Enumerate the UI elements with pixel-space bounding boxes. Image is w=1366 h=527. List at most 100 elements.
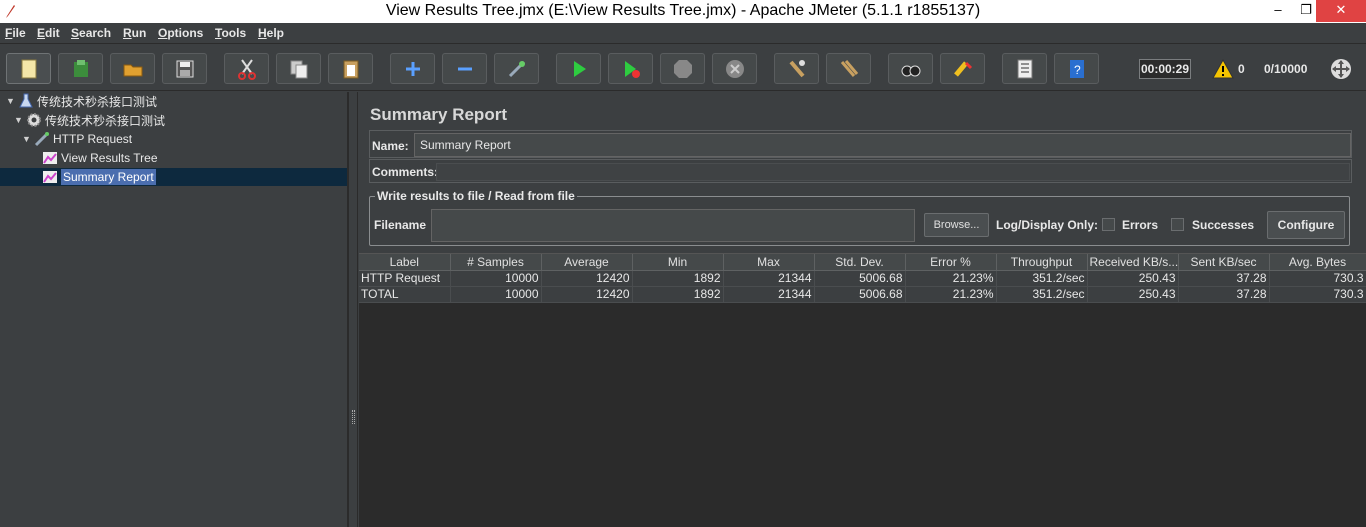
save-button[interactable] <box>162 53 207 84</box>
start-button[interactable] <box>556 53 601 84</box>
copy-button[interactable] <box>276 53 321 84</box>
fieldset-legend: Write results to file / Read from file <box>375 189 577 203</box>
splitter-grip[interactable] <box>352 410 355 424</box>
menu-mnemonic: S <box>71 26 80 40</box>
clear-all-button[interactable] <box>826 53 871 84</box>
column-header[interactable]: Error % <box>905 254 997 271</box>
table-cell: 10000 <box>450 286 542 303</box>
column-header[interactable]: Min <box>632 254 724 271</box>
function-helper-icon <box>1017 59 1032 78</box>
column-header[interactable]: Label <box>359 254 451 271</box>
save-icon <box>176 60 193 77</box>
column-header[interactable]: Sent KB/sec <box>1178 254 1270 271</box>
table-cell: 5006.68 <box>814 286 906 303</box>
successes-label: Successes <box>1192 218 1255 232</box>
browse-button[interactable]: Browse... <box>924 213 989 237</box>
menu-label-rest: elp <box>266 26 285 40</box>
collapse-arrow-icon[interactable]: ▼ <box>6 96 16 106</box>
copy-icon <box>290 60 307 78</box>
paste-button[interactable] <box>328 53 373 84</box>
menu-run[interactable]: Run <box>123 26 146 40</box>
collapse-arrow-icon[interactable]: ▼ <box>14 115 24 125</box>
table-row[interactable]: HTTP Request 10000 12420 1892 21344 5006… <box>359 270 1366 287</box>
shutdown-button[interactable] <box>712 53 757 84</box>
table-cell: 351.2/sec <box>996 286 1088 303</box>
menu-file[interactable]: File <box>5 26 26 40</box>
collapse-icon <box>457 67 472 70</box>
menu-options[interactable]: Options <box>158 26 203 40</box>
table-cell: 250.43 <box>1087 270 1179 287</box>
expand-icon <box>405 61 420 76</box>
warning-icon[interactable] <box>1212 59 1234 79</box>
templates-button[interactable] <box>58 53 103 84</box>
cut-button[interactable] <box>224 53 269 84</box>
test-plan-tree: ▼ 传统技术秒杀接口测试 ▼ 传统技术秒杀接口测试 ▼ HTTP Request… <box>0 92 348 527</box>
column-header[interactable]: Throughput <box>996 254 1088 271</box>
tree-node-label-selected: Summary Report <box>61 169 156 185</box>
help-button[interactable]: ? <box>1054 53 1099 84</box>
start-no-pauses-icon <box>624 60 640 78</box>
column-header[interactable]: Max <box>723 254 815 271</box>
pipette-icon <box>34 132 49 147</box>
menu-tools[interactable]: Tools <box>215 26 246 40</box>
flask-icon <box>19 93 33 108</box>
column-header[interactable]: Average <box>541 254 633 271</box>
function-helper-button[interactable] <box>1002 53 1047 84</box>
new-button[interactable] <box>6 53 51 84</box>
tree-node-view-results-tree[interactable]: View Results Tree <box>42 149 158 167</box>
search-icon <box>901 65 920 76</box>
tree-node-label: HTTP Request <box>53 132 133 146</box>
errors-checkbox[interactable] <box>1102 218 1115 231</box>
table-cell: 5006.68 <box>814 270 906 287</box>
remote-engine-icon[interactable] <box>1330 58 1352 80</box>
stop-icon <box>673 59 692 78</box>
table-cell: 1892 <box>632 270 724 287</box>
open-button[interactable] <box>110 53 155 84</box>
menu-search[interactable]: Search <box>71 26 111 40</box>
close-button[interactable]: ✕ <box>1316 0 1366 22</box>
tree-node-http-request[interactable]: ▼ HTTP Request <box>22 130 132 148</box>
comments-field[interactable] <box>436 163 1350 181</box>
menu-edit[interactable]: Edit <box>37 26 60 40</box>
column-header[interactable]: Std. Dev. <box>814 254 906 271</box>
tree-node-test-plan[interactable]: ▼ 传统技术秒杀接口测试 <box>6 92 157 110</box>
tree-node-thread-group[interactable]: ▼ 传统技术秒杀接口测试 <box>14 111 165 129</box>
menu-mnemonic: H <box>258 26 267 40</box>
new-icon <box>21 59 36 78</box>
menu-help[interactable]: Help <box>258 26 284 40</box>
table-cell: 730.3 <box>1269 270 1366 287</box>
collapse-all-button[interactable] <box>442 53 487 84</box>
clear-all-icon <box>840 59 858 77</box>
column-header[interactable]: Received KB/s... <box>1087 254 1179 271</box>
clear-button[interactable] <box>774 53 819 84</box>
stop-button[interactable] <box>660 53 705 84</box>
table-row[interactable]: TOTAL 10000 12420 1892 21344 5006.68 21.… <box>359 286 1366 303</box>
table-cell: 21.23% <box>905 286 997 303</box>
successes-checkbox[interactable] <box>1171 218 1184 231</box>
column-header[interactable]: # Samples <box>450 254 542 271</box>
tree-node-label: View Results Tree <box>61 151 158 165</box>
menu-mnemonic: R <box>123 26 132 40</box>
log-display-label: Log/Display Only: <box>996 218 1099 232</box>
clear-icon <box>788 59 805 77</box>
minimize-button[interactable]: ‒ <box>1264 0 1292 22</box>
table-cell: 351.2/sec <box>996 270 1088 287</box>
split-pane-divider[interactable] <box>348 92 358 527</box>
toggle-button[interactable] <box>494 53 539 84</box>
tree-node-summary-report[interactable]: Summary Report <box>42 168 156 186</box>
column-header[interactable]: Avg. Bytes <box>1269 254 1366 271</box>
start-no-pauses-button[interactable] <box>608 53 653 84</box>
menu-mnemonic: O <box>158 26 168 40</box>
active-threads-count: 0/10000 <box>1264 62 1308 76</box>
name-field[interactable]: Summary Report <box>414 133 1351 157</box>
configure-button[interactable]: Configure <box>1267 211 1345 239</box>
expand-all-button[interactable] <box>390 53 435 84</box>
window-title: View Results Tree.jmx (E:\View Results T… <box>385 2 981 19</box>
reset-search-button[interactable] <box>940 53 985 84</box>
write-results-fieldset: Write results to file / Read from file F… <box>369 189 1350 246</box>
search-button[interactable] <box>888 53 933 84</box>
collapse-arrow-icon[interactable]: ▼ <box>22 134 32 144</box>
filename-field[interactable] <box>431 209 915 242</box>
table-cell: 12420 <box>541 286 633 303</box>
menu-mnemonic: E <box>37 26 46 40</box>
